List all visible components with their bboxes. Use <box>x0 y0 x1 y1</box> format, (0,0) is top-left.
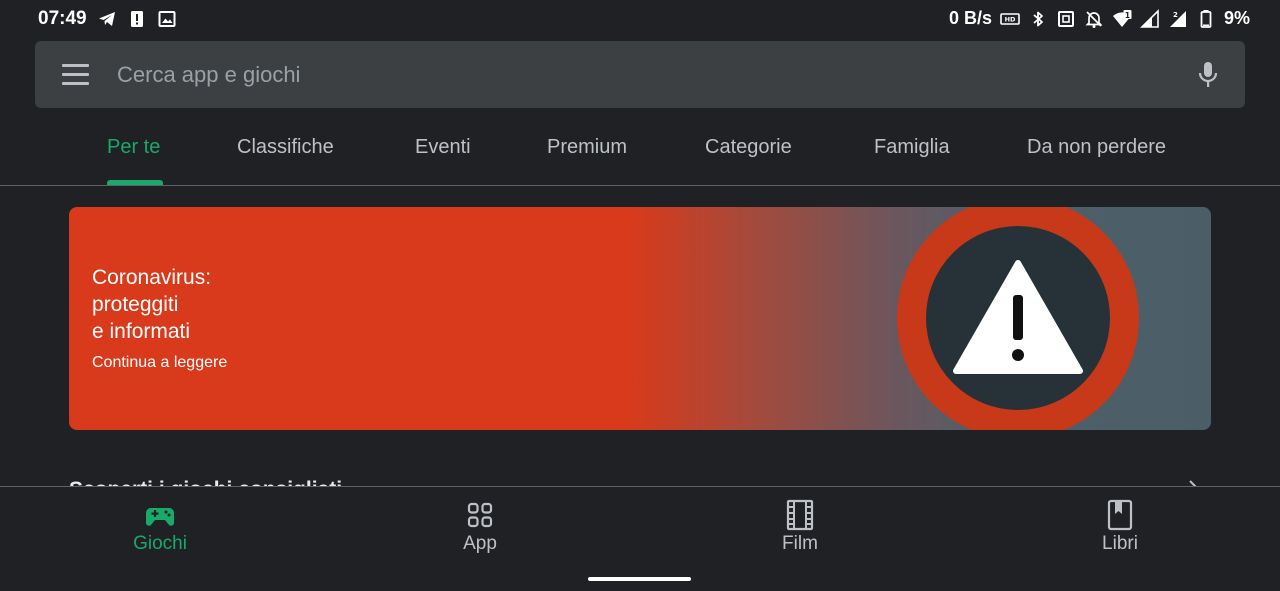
microphone-icon[interactable] <box>1197 61 1219 89</box>
status-bar-left: 07:49 <box>38 8 177 30</box>
signal-2-icon: 2 <box>1168 9 1188 29</box>
status-bar: 07:49 0 B/s HD 1 2 9% <box>0 0 1280 38</box>
coronavirus-banner[interactable]: Coronavirus: proteggiti e informati Cont… <box>69 207 1211 430</box>
battery-icon <box>1196 9 1216 29</box>
nav-label-libri: Libri <box>1102 533 1138 554</box>
signal-1-icon <box>1140 8 1160 29</box>
battery-percent: 9% <box>1223 8 1250 28</box>
tab-famiglia[interactable]: Famiglia <box>874 136 950 159</box>
status-time: 07:49 <box>38 8 87 29</box>
tab-da-non-perdere[interactable]: Da non perdere <box>1027 136 1166 159</box>
gesture-home-bar[interactable] <box>588 577 691 581</box>
warning-triangle-icon <box>897 207 1139 430</box>
sim2-badge: 2 <box>1173 11 1178 19</box>
hamburger-menu-icon[interactable] <box>62 64 89 85</box>
tab-categorie[interactable]: Categorie <box>705 136 792 159</box>
sim1-badge: 1 <box>1125 10 1130 19</box>
wifi-icon: 1 <box>1112 9 1132 29</box>
image-notification-icon <box>157 9 177 29</box>
tab-premium[interactable]: Premium <box>547 136 627 159</box>
active-tab-indicator <box>107 180 163 185</box>
book-icon <box>1107 499 1133 531</box>
tab-eventi[interactable]: Eventi <box>415 136 471 159</box>
nav-label-app: App <box>463 533 497 554</box>
nav-item-app[interactable]: App <box>400 499 560 555</box>
nav-label-giochi: Giochi <box>133 533 187 554</box>
hd-voice-icon: HD <box>1000 9 1020 29</box>
network-speed: 0 B/s <box>948 8 992 28</box>
svg-text:HD: HD <box>1005 15 1016 23</box>
film-icon <box>786 499 814 531</box>
nav-item-libri[interactable]: Libri <box>1040 499 1200 555</box>
telegram-icon <box>97 9 117 29</box>
apps-grid-icon <box>467 502 493 528</box>
status-bar-right: 0 B/s HD 1 2 9% <box>949 8 1250 29</box>
bluetooth-icon <box>1028 9 1048 29</box>
nav-item-giochi[interactable]: Giochi <box>80 499 240 555</box>
banner-read-more-link[interactable]: Continua a leggere <box>92 354 227 372</box>
nav-item-film[interactable]: Film <box>720 499 880 555</box>
tab-classifiche[interactable]: Classifiche <box>237 136 334 159</box>
banner-title: Coronavirus: proteggiti e informati <box>92 266 212 343</box>
gamepad-icon <box>145 508 175 526</box>
alert-notification-icon <box>127 9 147 29</box>
bell-off-icon <box>1084 9 1104 29</box>
search-bar[interactable] <box>35 41 1245 108</box>
tab-per-te[interactable]: Per te <box>107 136 160 159</box>
category-tabs: Per te Classifiche Eventi Premium Catego… <box>0 110 1280 186</box>
search-input[interactable] <box>115 53 1169 97</box>
bottom-navigation: Giochi App Film Libri <box>0 486 1280 591</box>
nav-label-film: Film <box>782 533 818 554</box>
nfc-icon <box>1056 9 1076 29</box>
